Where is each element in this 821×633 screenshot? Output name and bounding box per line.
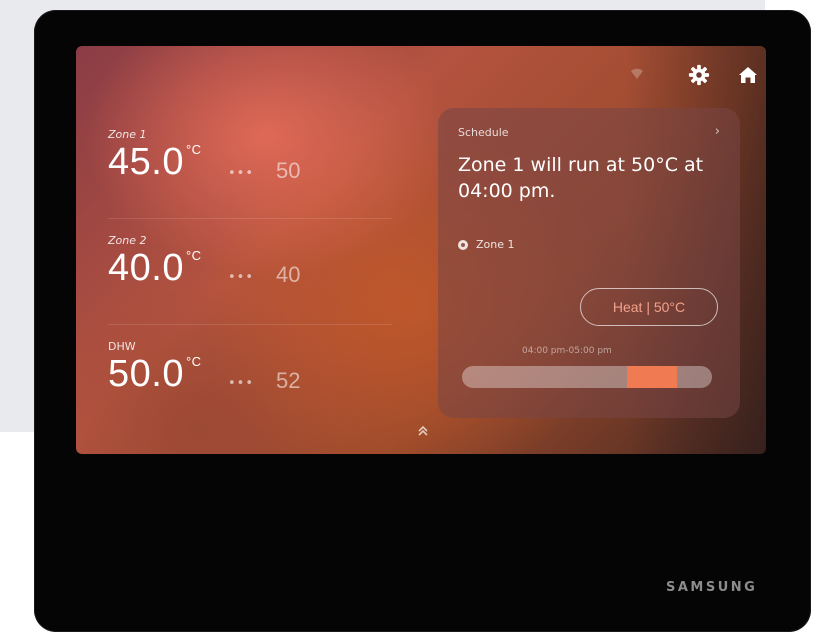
schedule-card[interactable]: Schedule › Zone 1 will run at 50°C at 04… [438, 108, 740, 418]
zone-current-temp: 40.0 °C [108, 247, 202, 290]
wifi-icon [631, 68, 643, 79]
zone-2-row[interactable]: Zone 2 40.0 °C [108, 234, 202, 290]
schedule-title: Schedule [458, 126, 509, 139]
schedule-time-range: 04:00 pm-05:00 pm [522, 346, 612, 356]
zone-temp-value: 40.0 [108, 247, 184, 289]
zone-1-row[interactable]: Zone 1 45.0 °C [108, 128, 202, 184]
schedule-progress-bar [462, 366, 712, 388]
zone-radio-icon [458, 239, 468, 250]
zone-label: DHW [108, 340, 136, 353]
dhw-row[interactable]: DHW 50.0 °C [108, 340, 202, 396]
heat-mode-button[interactable]: Heat | 50°C [580, 288, 718, 326]
schedule-message: Zone 1 will run at 50°C at 04:00 pm. [458, 154, 704, 202]
chevron-right-icon[interactable]: › [715, 124, 720, 139]
zone-dots: ••• [228, 376, 255, 391]
schedule-zone-label: Zone 1 [476, 238, 515, 251]
divider [108, 218, 392, 219]
zone-temp-value: 50.0 [108, 353, 184, 395]
brand-logo: SAMSUNG [666, 580, 758, 595]
display-screen: Zone 1 45.0 °C ••• 50 Zone 2 40.0 °C ••• 4… [76, 46, 766, 454]
zone-target-temp: 52 [276, 368, 301, 393]
divider [108, 324, 392, 325]
temp-unit: °C [185, 248, 202, 263]
zone-target-temp: 40 [276, 262, 301, 287]
zone-current-temp: 45.0 °C [108, 141, 202, 184]
temp-unit: °C [185, 354, 202, 369]
gear-icon[interactable] [688, 64, 710, 86]
schedule-zone: Zone 1 [458, 238, 515, 251]
zone-dots: ••• [228, 270, 255, 285]
zone-label: Zone 2 [108, 234, 147, 247]
chevron-up-icon[interactable] [416, 424, 430, 438]
zone-label: Zone 1 [108, 128, 147, 141]
temp-unit: °C [185, 142, 202, 157]
zone-temp-value: 45.0 [108, 141, 184, 183]
zone-current-temp: 50.0 °C [108, 353, 202, 396]
zone-target-temp: 50 [276, 158, 301, 183]
schedule-progress-fill [627, 366, 677, 388]
zone-dots: ••• [228, 166, 255, 181]
home-icon[interactable] [738, 65, 758, 85]
